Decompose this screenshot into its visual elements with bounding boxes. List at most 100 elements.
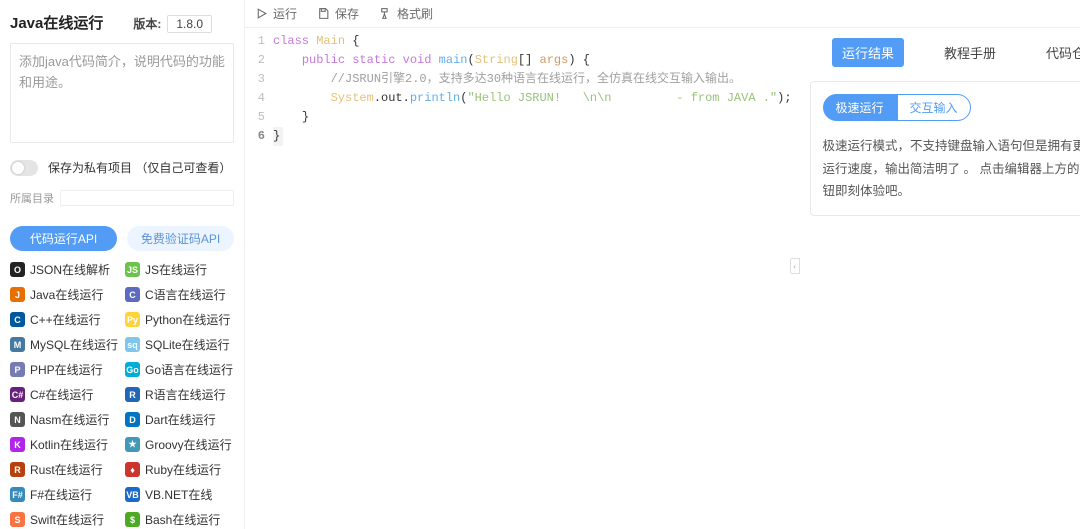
- lang-link[interactable]: SSwift在线运行: [10, 511, 119, 528]
- tok: static: [352, 53, 395, 67]
- lang-link[interactable]: O JSON在线解析: [10, 261, 119, 278]
- sidebar: Java在线运行 版本: 1.8.0 添加java代码简介，说明代码的功能和用途…: [0, 0, 245, 529]
- tok: void: [403, 53, 432, 67]
- run-label: 运行: [273, 5, 297, 22]
- directory-input[interactable]: [60, 190, 234, 206]
- tok: "Hello JSRUN! \n\n - from JAVA .": [467, 91, 777, 105]
- lang-icon: Go: [125, 362, 140, 377]
- lang-link[interactable]: R Rust在线运行: [10, 461, 119, 478]
- lang-link[interactable]: D Dart在线运行: [125, 411, 234, 428]
- tab-manual[interactable]: 教程手册: [934, 38, 1006, 67]
- lang-label: C#在线运行: [30, 386, 93, 403]
- code-body: class Main { public static void main(Str…: [273, 32, 792, 529]
- lang-link[interactable]: VBVB.NET在线: [125, 486, 234, 503]
- lang-label: Dart在线运行: [145, 411, 216, 428]
- pill-code-api[interactable]: 代码运行API: [10, 226, 117, 251]
- seg-interactive[interactable]: 交互输入: [897, 94, 971, 121]
- line-no: 1: [245, 32, 265, 51]
- lang-label: MySQL在线运行: [30, 336, 118, 353]
- lang-label: Python在线运行: [145, 311, 230, 328]
- tok: }: [273, 127, 283, 146]
- lang-link[interactable]: Py Python在线运行: [125, 311, 234, 328]
- line-no: 4: [245, 89, 265, 108]
- panel-resizer[interactable]: ‹: [792, 28, 798, 529]
- version-label: 版本:: [133, 15, 161, 32]
- lang-icon: O: [10, 262, 25, 277]
- lang-icon: JS: [125, 262, 140, 277]
- api-pill-row: 代码运行API 免费验证码API: [10, 226, 234, 251]
- play-icon: [255, 7, 268, 20]
- lang-link[interactable]: JSJS在线运行: [125, 261, 234, 278]
- lang-link[interactable]: sqSQLite在线运行: [125, 336, 234, 353]
- pill-captcha-api[interactable]: 免费验证码API: [127, 226, 234, 251]
- lang-label: Bash在线运行: [145, 511, 220, 528]
- result-text: 极速运行模式，不支持键盘输入语句但是拥有更高的运行速度，输出简洁明了 。 点击编…: [823, 135, 1080, 203]
- lang-label: JSON在线解析: [30, 261, 110, 278]
- lang-icon: VB: [125, 487, 140, 502]
- tok: args: [540, 53, 569, 67]
- run-button[interactable]: 运行: [255, 5, 297, 22]
- lang-link[interactable]: C# C#在线运行: [10, 386, 119, 403]
- lang-icon: D: [125, 412, 140, 427]
- private-toggle[interactable]: [10, 160, 38, 176]
- lang-icon: R: [125, 387, 140, 402]
- lang-label: C++在线运行: [30, 311, 101, 328]
- tok: Main: [316, 34, 345, 48]
- format-label: 格式刷: [397, 5, 433, 22]
- lang-link[interactable]: CC++在线运行: [10, 311, 119, 328]
- lang-icon: R: [10, 462, 25, 477]
- tab-repo[interactable]: 代码仓库: [1036, 38, 1080, 67]
- lang-link[interactable]: $Bash在线运行: [125, 511, 234, 528]
- lang-link[interactable]: F#F#在线运行: [10, 486, 119, 503]
- save-button[interactable]: 保存: [317, 5, 359, 22]
- right-tabs: 运行结果 教程手册 代码仓库: [810, 38, 1080, 67]
- version-select[interactable]: 1.8.0: [167, 15, 212, 33]
- main: 运行 保存 格式刷 1 2 3 4 5 6 class Main { publi…: [245, 0, 1080, 529]
- lang-link[interactable]: PPHP在线运行: [10, 361, 119, 378]
- private-label: 保存为私有项目 （仅自己可查看）: [48, 159, 231, 176]
- format-button[interactable]: 格式刷: [379, 5, 433, 22]
- lang-icon: ♦: [125, 462, 140, 477]
- private-row: 保存为私有项目 （仅自己可查看）: [10, 159, 234, 176]
- save-label: 保存: [335, 5, 359, 22]
- lang-icon: Py: [125, 312, 140, 327]
- lang-label: Go语言在线运行: [145, 361, 233, 378]
- seg-fast-run[interactable]: 极速运行: [823, 94, 897, 121]
- tok: println: [410, 91, 460, 105]
- tok: class: [273, 34, 309, 48]
- description-textarea[interactable]: 添加java代码简介，说明代码的功能和用途。: [10, 43, 234, 143]
- lang-label: Kotlin在线运行: [30, 436, 108, 453]
- code-editor[interactable]: 1 2 3 4 5 6 class Main { public static v…: [245, 28, 792, 529]
- toolbar: 运行 保存 格式刷: [245, 0, 1080, 28]
- sidebar-header: Java在线运行 版本: 1.8.0: [10, 8, 234, 43]
- lang-link[interactable]: NNasm在线运行: [10, 411, 119, 428]
- tok: System: [331, 91, 374, 105]
- line-no: 2: [245, 51, 265, 70]
- lang-label: Java在线运行: [30, 286, 103, 303]
- lang-icon: F#: [10, 487, 25, 502]
- lang-link[interactable]: CC语言在线运行: [125, 286, 234, 303]
- lang-link[interactable]: ♦Ruby在线运行: [125, 461, 234, 478]
- line-no: 3: [245, 70, 265, 89]
- lang-link[interactable]: K Kotlin在线运行: [10, 436, 119, 453]
- lang-link[interactable]: ★Groovy在线运行: [125, 436, 234, 453]
- editor-area: 1 2 3 4 5 6 class Main { public static v…: [245, 28, 1080, 529]
- lang-link[interactable]: MMySQL在线运行: [10, 336, 119, 353]
- line-no: 5: [245, 108, 265, 127]
- lang-link[interactable]: R R语言在线运行: [125, 386, 234, 403]
- tok: String: [475, 53, 518, 67]
- tab-result[interactable]: 运行结果: [832, 38, 904, 67]
- lang-link[interactable]: Go Go语言在线运行: [125, 361, 234, 378]
- lang-label: R语言在线运行: [145, 386, 226, 403]
- run-mode-segment: 极速运行 交互输入: [823, 94, 1080, 121]
- tok: //JSRUN引擎2.0，支持多达30种语言在线运行，全仿真在线交互输入输出。: [331, 72, 741, 86]
- lang-icon: K: [10, 437, 25, 452]
- lang-link[interactable]: J Java在线运行: [10, 286, 119, 303]
- right-panel: 运行结果 教程手册 代码仓库 极速运行 交互输入 极速运行模式，不支持键盘输入语…: [798, 28, 1080, 529]
- lang-icon: C#: [10, 387, 25, 402]
- tok: {: [352, 34, 359, 48]
- lang-label: Rust在线运行: [30, 461, 103, 478]
- line-no: 6: [245, 127, 265, 146]
- tok: out: [381, 91, 403, 105]
- lang-icon: J: [10, 287, 25, 302]
